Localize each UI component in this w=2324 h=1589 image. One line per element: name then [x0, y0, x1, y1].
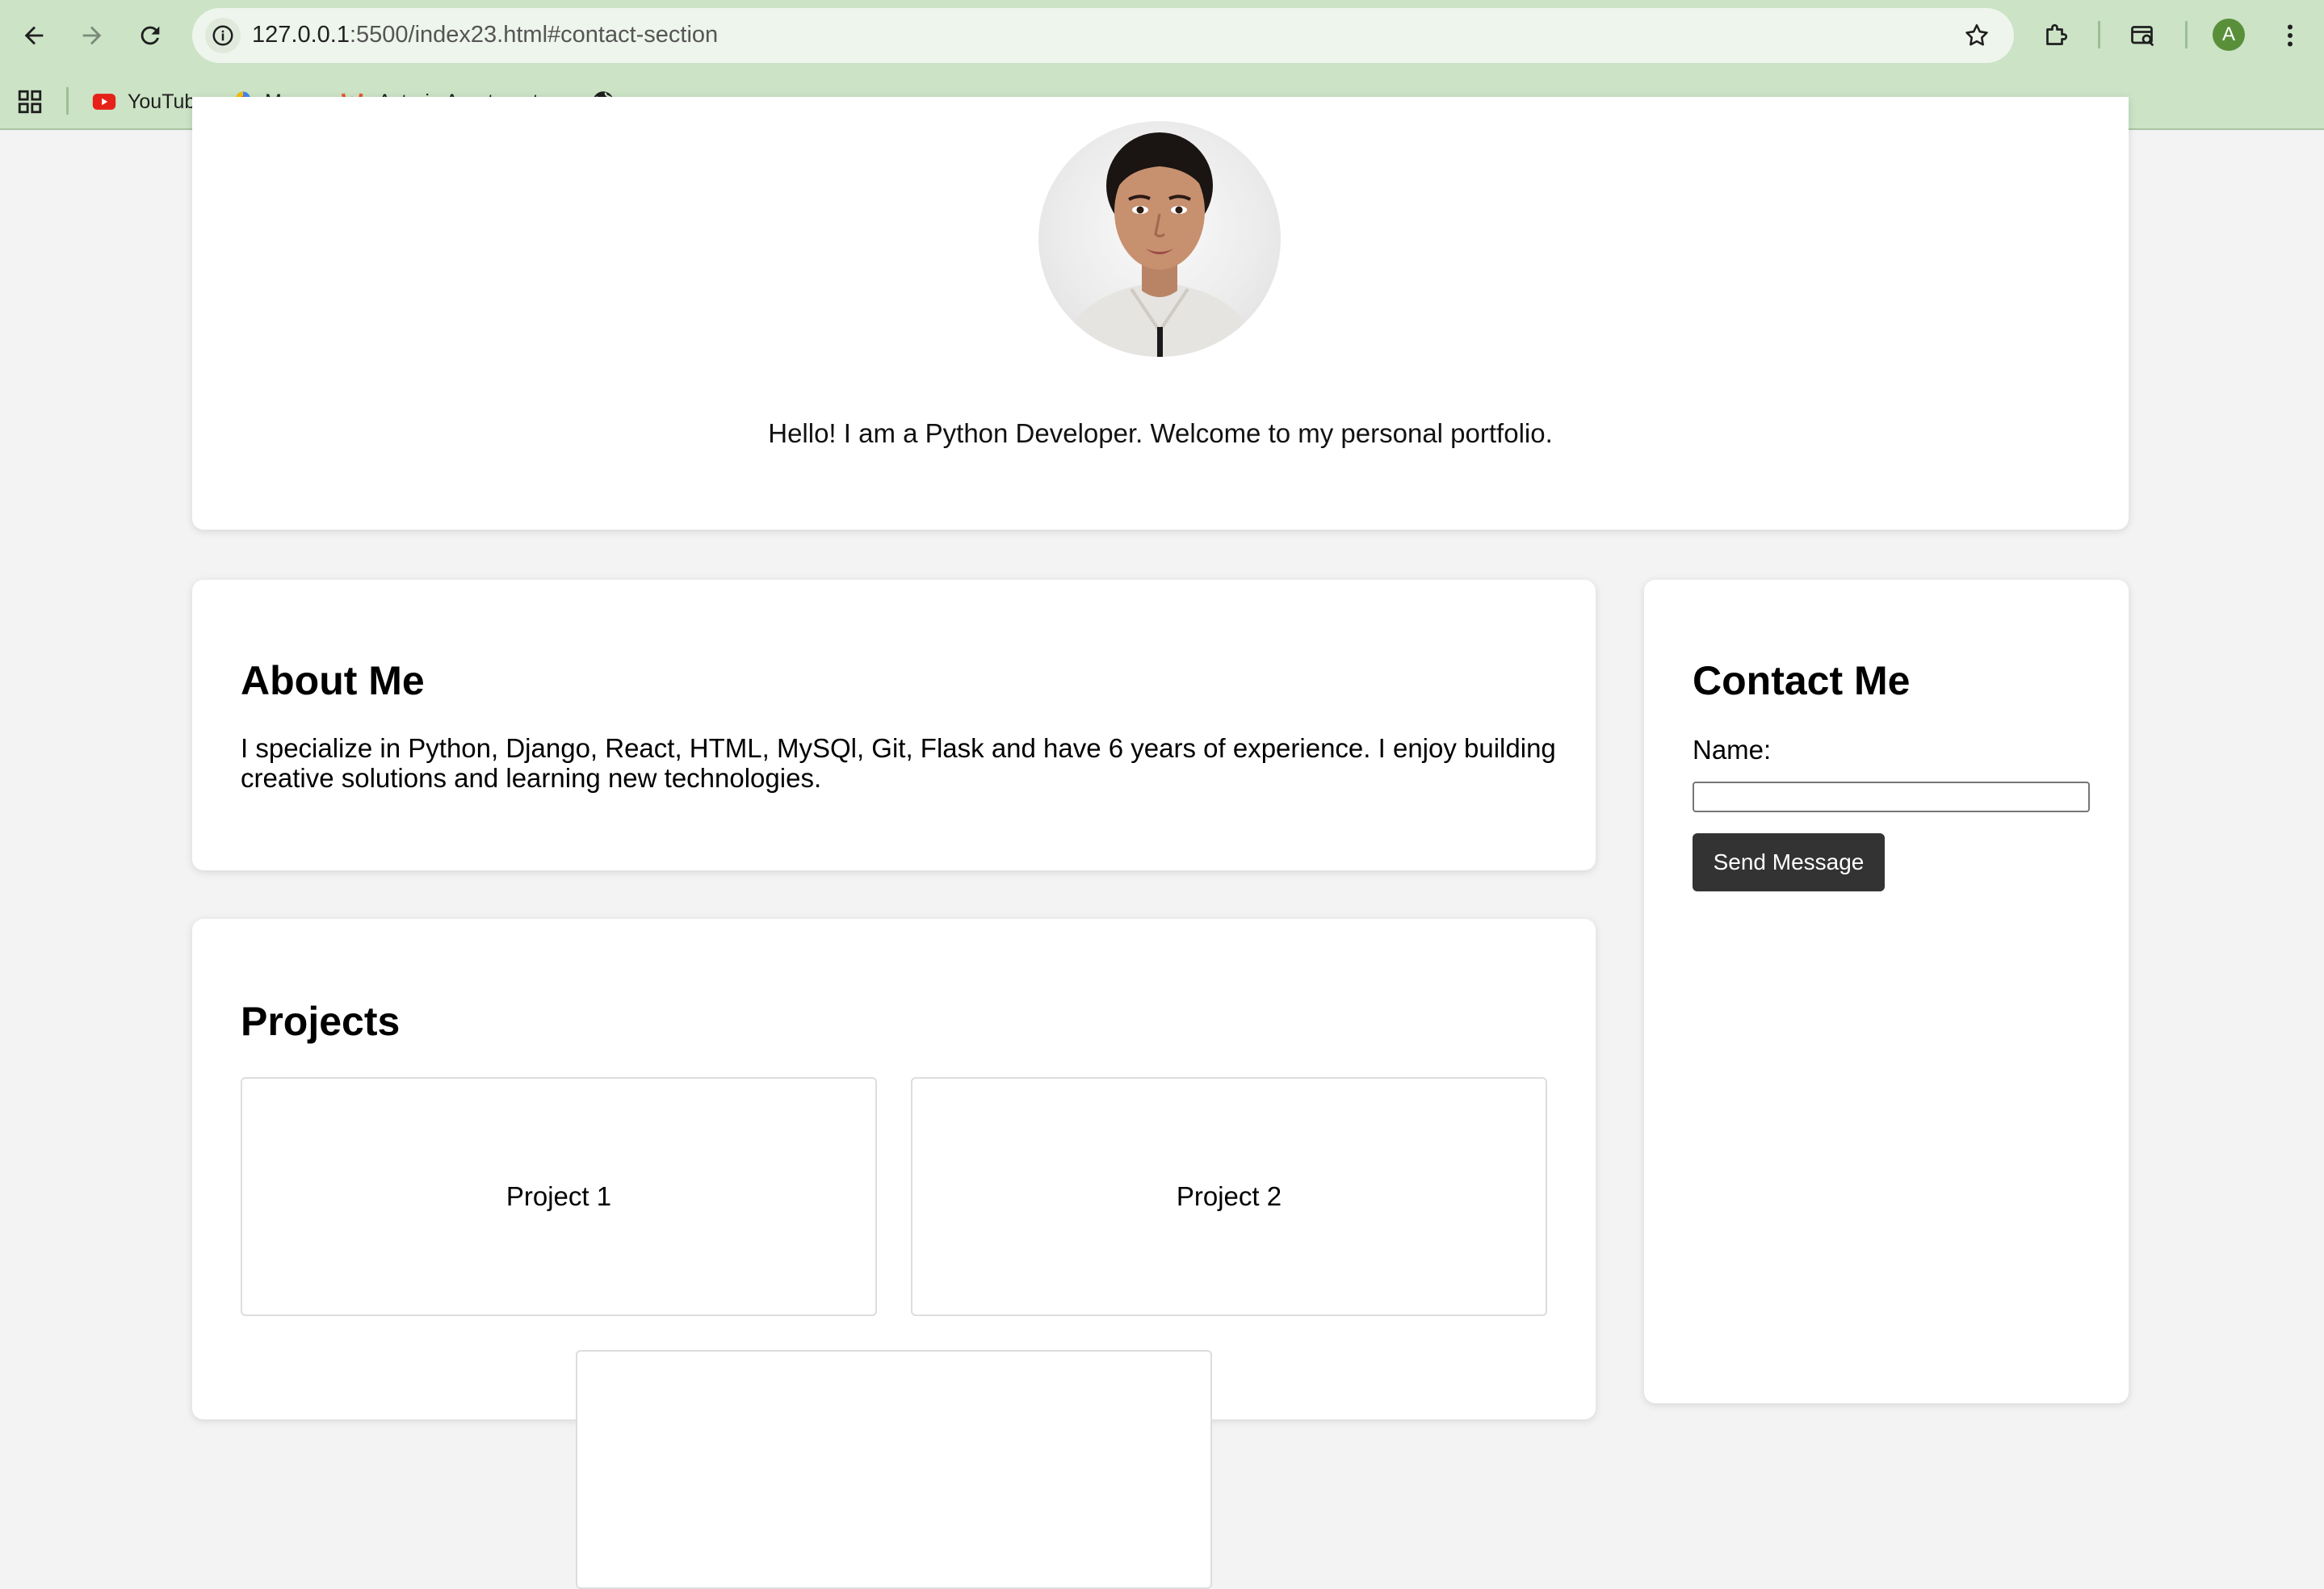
apps-grid-icon[interactable] [16, 86, 44, 118]
address-bar[interactable]: 127.0.0.1:5500/index23.html#contact-sect… [192, 8, 2014, 63]
extensions-icon[interactable] [2035, 15, 2077, 57]
back-button[interactable] [10, 11, 58, 60]
reload-icon [141, 26, 160, 45]
tab-search-icon[interactable] [2122, 15, 2164, 57]
forward-button[interactable] [68, 11, 116, 60]
site-info-icon[interactable] [205, 18, 241, 53]
youtube-icon [92, 94, 116, 110]
contact-card: Contact Me Name: Send Message [1644, 580, 2129, 1403]
back-arrow-icon [24, 26, 44, 45]
forward-arrow-icon [82, 26, 102, 45]
project-card-3[interactable] [576, 1350, 1212, 1589]
project-label: Project 1 [505, 1181, 612, 1211]
reload-button[interactable] [126, 11, 174, 60]
toolbar-divider [2185, 21, 2188, 48]
project-card-2[interactable]: Project 2 [911, 1077, 1547, 1316]
profile-avatar[interactable]: A [2213, 19, 2245, 51]
about-title: About Me [241, 658, 425, 703]
contact-title: Contact Me [1693, 658, 1911, 703]
url-host: 127.0.0.1 [252, 22, 350, 48]
about-text: I specialize in Python, Django, React, H… [241, 733, 1556, 793]
project-card-1[interactable]: Project 1 [241, 1077, 877, 1316]
bookmarks-divider [66, 87, 69, 115]
project-label: Project 2 [1176, 1181, 1282, 1211]
url-path: :5500/index23.html#contact-section [349, 22, 719, 48]
profile-photo [1038, 121, 1281, 357]
bookmark-star-icon[interactable] [1961, 19, 1993, 52]
name-input[interactable] [1693, 782, 2090, 812]
about-card: About Me I specialize in Python, Django,… [192, 580, 1596, 870]
send-message-button[interactable]: Send Message [1693, 833, 1885, 891]
bookmark-youtube[interactable]: YouTube [90, 86, 207, 118]
projects-card: Projects Project 1 Project 2 [192, 919, 1596, 1589]
url-text[interactable]: 127.0.0.1:5500/index23.html#contact-sect… [252, 22, 718, 48]
menu-kebab-icon[interactable] [2269, 15, 2311, 57]
projects-title: Projects [241, 999, 401, 1044]
toolbar-divider [2098, 21, 2100, 48]
name-label: Name: [1693, 735, 1772, 765]
hero-tagline: Hello! I am a Python Developer. Welcome … [768, 418, 1553, 448]
